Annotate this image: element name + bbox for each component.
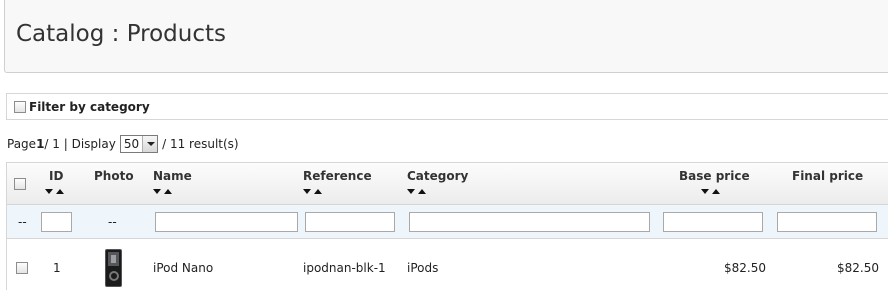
sort-desc-icon[interactable] — [701, 189, 709, 194]
base-price-sort-controls — [701, 189, 720, 194]
sort-asc-icon[interactable] — [418, 189, 426, 194]
id-sort-controls — [45, 189, 64, 194]
ipod-screen — [108, 252, 119, 266]
column-header-id[interactable]: ID — [49, 169, 63, 183]
column-header-reference[interactable]: Reference — [303, 169, 372, 183]
sort-asc-icon[interactable] — [56, 189, 64, 194]
row-category: iPods — [407, 261, 439, 275]
column-header-final-price[interactable]: Final price — [792, 169, 863, 183]
sort-desc-icon[interactable] — [407, 189, 415, 194]
ipod-click-wheel — [109, 271, 119, 281]
column-header-base-price[interactable]: Base price — [679, 169, 750, 183]
row-reference: ipodnan-blk-1 — [303, 261, 386, 275]
chevron-down-icon[interactable] — [142, 136, 158, 152]
products-table: ID Photo Name Reference Category Base pr… — [6, 162, 888, 290]
pagination-bar: Page 1 / 1 | Display 50 / 11 result(s) — [7, 135, 239, 153]
ipod-nano-image — [105, 249, 122, 287]
row-base-price: $82.50 — [724, 261, 766, 275]
sort-desc-icon[interactable] — [153, 189, 161, 194]
sort-desc-icon[interactable] — [303, 189, 311, 194]
final-price-filter-input[interactable] — [777, 212, 877, 232]
sort-asc-icon[interactable] — [164, 189, 172, 194]
reference-filter-input[interactable] — [305, 212, 395, 232]
page-prefix: Page — [7, 137, 37, 151]
column-header-name[interactable]: Name — [153, 169, 192, 183]
per-page-select[interactable]: 50 — [119, 135, 159, 153]
table-row[interactable]: 1 iPod Nano ipodnan-blk-1 iPods $82.50 $… — [7, 239, 888, 290]
sort-desc-icon[interactable] — [45, 189, 53, 194]
name-sort-controls — [153, 189, 172, 194]
category-filter-panel: Filter by category — [6, 93, 888, 120]
filter-dash-select: -- — [18, 215, 27, 229]
row-name: iPod Nano — [153, 261, 214, 275]
page-header: Catalog : Products — [4, 0, 888, 73]
column-header-photo: Photo — [94, 169, 134, 183]
category-sort-controls — [407, 189, 426, 194]
row-select-checkbox[interactable] — [16, 262, 28, 274]
name-filter-input[interactable] — [155, 212, 298, 232]
category-filter-input[interactable] — [409, 212, 650, 232]
reference-sort-controls — [303, 189, 322, 194]
table-filter-row: -- -- — [7, 205, 888, 239]
table-header-row: ID Photo Name Reference Category Base pr… — [7, 163, 888, 205]
per-page-value: 50 — [123, 137, 140, 151]
sort-asc-icon[interactable] — [712, 189, 720, 194]
id-filter-input[interactable] — [41, 212, 72, 232]
column-header-category[interactable]: Category — [407, 169, 468, 183]
row-final-price: $82.50 — [837, 261, 879, 275]
page-of-display: / 1 | Display — [44, 137, 116, 151]
sort-asc-icon[interactable] — [314, 189, 322, 194]
current-page: 1 — [36, 137, 45, 151]
results-count: / 11 result(s) — [162, 137, 239, 151]
filter-by-category-checkbox[interactable] — [14, 101, 26, 113]
filter-dash-photo: -- — [108, 215, 117, 229]
row-id: 1 — [53, 261, 61, 275]
select-all-checkbox[interactable] — [14, 178, 26, 190]
filter-by-category-label[interactable]: Filter by category — [29, 100, 150, 114]
page-title: Catalog : Products — [16, 21, 227, 47]
base-price-filter-input[interactable] — [663, 212, 763, 232]
